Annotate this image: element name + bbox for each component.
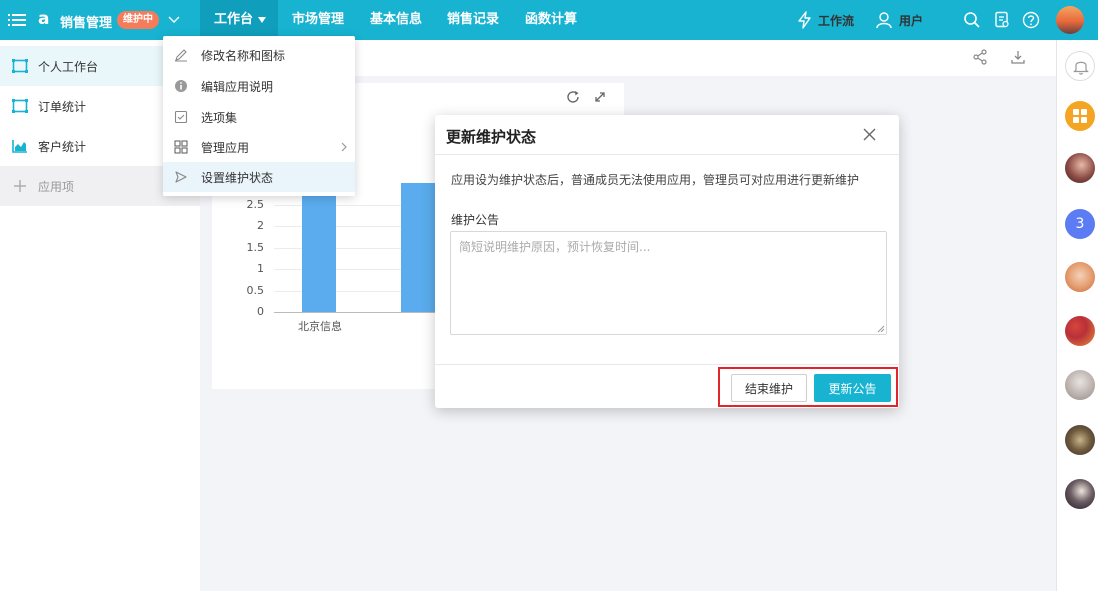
search-icon[interactable] [963, 11, 981, 29]
help-icon[interactable] [1022, 11, 1040, 29]
notice-field-label: 维护公告 [451, 213, 500, 227]
y-tick-label: 2 [257, 219, 264, 232]
y-tick-label: 2.5 [246, 197, 265, 211]
dashboard-icon [12, 99, 28, 113]
menu-item-manage-app[interactable]: 管理应用 [163, 132, 355, 162]
refresh-icon[interactable] [566, 90, 580, 104]
checkbox-icon [174, 110, 188, 124]
tab-label: 工作台 [214, 12, 254, 27]
user-icon[interactable] [876, 11, 894, 29]
chevron-right-icon [341, 142, 347, 152]
contact-avatar[interactable] [1065, 153, 1095, 183]
dashboard-icon [12, 59, 28, 73]
resize-handle-icon[interactable] [877, 325, 885, 333]
y-tick-label: 1 [257, 262, 264, 275]
lightning-icon[interactable] [796, 11, 814, 29]
end-maintenance-button[interactable]: 结束维护 [731, 374, 807, 402]
grid-icon [1073, 109, 1087, 123]
menu-item-rename[interactable]: 修改名称和图标 [163, 40, 355, 70]
contact-avatar[interactable] [1065, 262, 1095, 292]
sidebar-item-label: 订单统计 [38, 99, 87, 114]
contact-count-badge[interactable]: 3 [1065, 209, 1095, 239]
tab-functions[interactable]: 函数计算 [525, 0, 577, 40]
update-notice-button[interactable]: 更新公告 [814, 374, 891, 402]
tab-market[interactable]: 市场管理 [292, 0, 344, 40]
contact-avatar[interactable] [1065, 370, 1095, 400]
contact-avatar[interactable] [1065, 425, 1095, 455]
tab-basic-info[interactable]: 基本信息 [370, 0, 422, 40]
grid-icon [174, 140, 188, 154]
maintenance-notice-input[interactable] [450, 231, 887, 335]
contact-avatar[interactable] [1065, 479, 1095, 509]
download-icon[interactable] [1010, 49, 1026, 65]
plus-icon [14, 180, 26, 192]
menu-item-label: 选项集 [201, 110, 238, 125]
modal-header-divider [435, 154, 899, 155]
close-icon[interactable] [863, 128, 876, 141]
area-chart-icon [12, 140, 27, 153]
contact-avatar[interactable] [1065, 316, 1095, 346]
menu-item-label: 修改名称和图标 [201, 48, 286, 63]
y-tick-label: 0.5 [246, 283, 265, 297]
user-avatar[interactable] [1056, 6, 1084, 34]
menu-item-maintenance-status[interactable]: 设置维护状态 [163, 162, 355, 192]
document-icon[interactable] [993, 11, 1011, 29]
notification-button[interactable] [1065, 51, 1095, 81]
bell-icon [1073, 61, 1089, 75]
modal-description: 应用设为维护状态后，普通成员无法使用应用，管理员可对应用进行更新维护 [451, 173, 860, 187]
modal-footer-divider [435, 364, 899, 365]
menu-item-option-sets[interactable]: 选项集 [163, 102, 355, 132]
caret-down-icon [258, 17, 266, 23]
bar[interactable] [401, 183, 435, 312]
bar[interactable] [302, 183, 336, 312]
app-logo-icon: a [38, 9, 50, 29]
chevron-down-icon[interactable] [167, 12, 181, 26]
pencil-icon [175, 49, 187, 62]
menu-item-label: 编辑应用说明 [201, 79, 274, 94]
add-app-item-label: 应用项 [38, 179, 75, 194]
menu-icon[interactable] [8, 11, 26, 29]
app-name[interactable]: 销售管理 [60, 12, 112, 31]
info-icon [175, 80, 187, 92]
tab-sales-records[interactable]: 销售记录 [447, 0, 499, 40]
tab-workbench[interactable]: 工作台 [200, 0, 278, 40]
workflow-link[interactable]: 工作流 [818, 0, 854, 40]
y-tick-label: 0 [257, 305, 264, 318]
send-icon [175, 171, 187, 183]
expand-icon[interactable] [593, 90, 607, 104]
menu-item-edit-description[interactable]: 编辑应用说明 [163, 71, 355, 101]
workbench-dropdown-menu: 修改名称和图标 编辑应用说明 选项集 管理应用 设置维护状态 [163, 36, 355, 196]
users-link[interactable]: 用户 [899, 0, 923, 40]
sidebar-item-label: 客户统计 [38, 139, 87, 154]
sidebar-item-label: 个人工作台 [38, 59, 99, 74]
menu-item-label: 管理应用 [201, 140, 250, 155]
status-badge: 维护中 [117, 11, 159, 29]
menu-item-label: 设置维护状态 [201, 170, 274, 185]
share-icon[interactable] [972, 49, 988, 65]
apps-grid-button[interactable] [1065, 101, 1095, 131]
modal-title: 更新维护状态 [446, 128, 537, 146]
x-tick-label: 北京信息 [298, 320, 342, 333]
y-tick-label: 1.5 [246, 240, 265, 254]
